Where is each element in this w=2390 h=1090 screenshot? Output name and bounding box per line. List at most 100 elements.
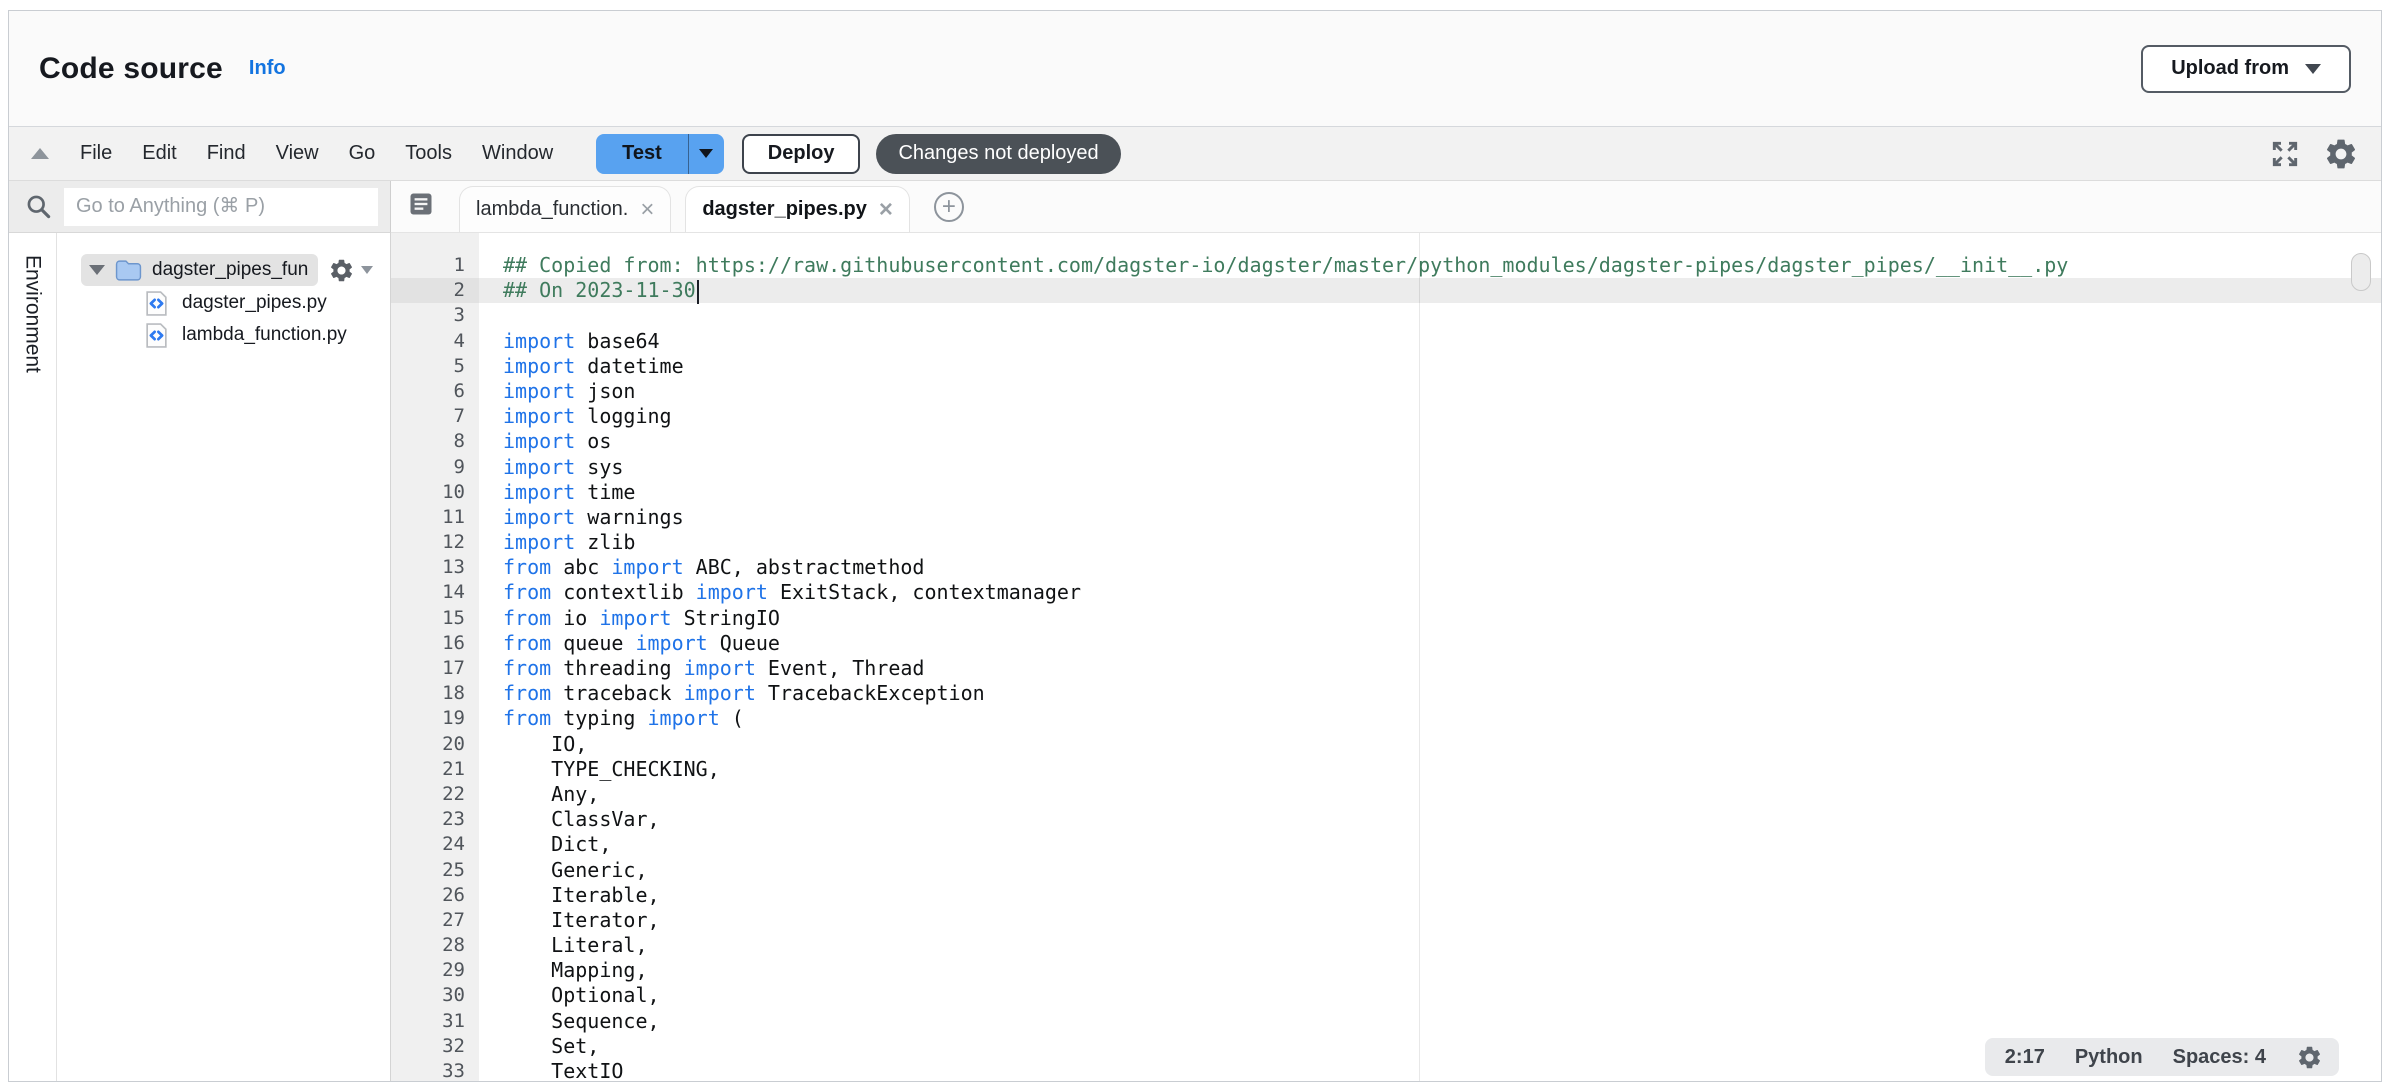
gutter-line-number[interactable]: 3 [391,303,479,328]
editor-settings-gear-icon[interactable] [2323,136,2359,172]
code-line-text: from traceback import TracebackException [479,681,2381,706]
code-line: 28 Literal, [391,933,2381,958]
test-button[interactable]: Test [596,134,688,174]
gutter-line-number[interactable]: 15 [391,606,479,631]
gutter-line-number[interactable]: 26 [391,883,479,908]
gutter-line-number[interactable]: 20 [391,732,479,757]
gutter-line-number[interactable]: 13 [391,555,479,580]
editor-statusbar: 2:17 Python Spaces: 4 [1985,1038,2339,1076]
close-tab-icon[interactable]: × [879,198,893,222]
code-editor[interactable]: 1## Copied from: https://raw.githubuserc… [391,233,2381,1081]
code-line-text: import os [479,429,2381,454]
code-line-text: import datetime [479,354,2381,379]
search-icon [25,193,52,220]
menu-view[interactable]: View [261,142,334,164]
menu-file[interactable]: File [65,142,127,164]
environment-label: Environment [21,255,45,373]
gutter-line-number[interactable]: 25 [391,858,479,883]
vertical-scrollbar-thumb[interactable] [2351,253,2371,291]
gutter-line-number[interactable]: 11 [391,505,479,530]
gutter-line-number[interactable]: 12 [391,530,479,555]
expand-caret-icon[interactable] [89,265,105,275]
menu-window[interactable]: Window [467,142,568,164]
tab-dagster-pipes[interactable]: dagster_pipes.py × [685,186,910,232]
collapse-panel-icon[interactable] [31,148,49,159]
editor-body: Environment dagster_pipes_funct [9,233,2381,1081]
gutter-line-number[interactable]: 31 [391,1009,479,1034]
code-line: 30 Optional, [391,983,2381,1008]
code-line-text: Iterable, [479,883,2381,908]
upload-from-button[interactable]: Upload from [2141,45,2351,93]
menu-go[interactable]: Go [334,142,391,164]
tab-list-icon[interactable] [407,190,435,223]
gutter-line-number[interactable]: 17 [391,656,479,681]
gutter-line-number[interactable]: 18 [391,681,479,706]
info-link[interactable]: Info [249,57,286,80]
python-file-icon [145,290,168,317]
gutter-line-number[interactable]: 1 [391,253,479,278]
tab-label: lambda_function. [476,198,628,221]
fullscreen-icon[interactable] [2269,138,2301,170]
gutter-line-number[interactable]: 10 [391,480,479,505]
indentation-setting[interactable]: Spaces: 4 [2173,1046,2266,1069]
code-line-text: import base64 [479,329,2381,354]
gutter-line-number[interactable]: 21 [391,757,479,782]
tab-lambda-function[interactable]: lambda_function. × [459,186,671,232]
gutter-line-number[interactable]: 16 [391,631,479,656]
gutter-line-number[interactable]: 7 [391,404,479,429]
code-line: 17from threading import Event, Thread [391,656,2381,681]
gutter-line-number[interactable]: 23 [391,807,479,832]
go-to-anything-input[interactable] [64,188,378,226]
language-mode[interactable]: Python [2075,1046,2143,1069]
page-title: Code source [39,52,223,86]
gutter-line-number[interactable]: 22 [391,782,479,807]
chevron-down-icon [361,266,373,274]
gutter-line-number[interactable]: 8 [391,429,479,454]
gutter-line-number[interactable]: 24 [391,832,479,857]
code-line-text: IO, [479,732,2381,757]
gutter-line-number[interactable]: 30 [391,983,479,1008]
gutter-line-number[interactable]: 5 [391,354,479,379]
code-line: 8import os [391,429,2381,454]
tree-settings-gear-icon[interactable] [328,257,373,284]
gutter-line-number[interactable]: 33 [391,1059,479,1081]
cursor-position[interactable]: 2:17 [2005,1046,2045,1069]
code-line: 9import sys [391,455,2381,480]
gutter-line-number[interactable]: 14 [391,580,479,605]
gutter-line-number[interactable]: 19 [391,706,479,731]
menu-tools[interactable]: Tools [390,142,467,164]
gutter-line-number[interactable]: 6 [391,379,479,404]
folder-dagster-pipes-function[interactable]: dagster_pipes_funct [81,254,318,286]
code-line: 12import zlib [391,530,2381,555]
editor-menubar: FileEditFindViewGoToolsWindow Test Deplo… [9,127,2381,181]
gutter-line-number[interactable]: 9 [391,455,479,480]
tree-file-dagster-pipes[interactable]: dagster_pipes.py [57,287,390,319]
gutter-line-number[interactable]: 32 [391,1034,479,1059]
gutter-line-number[interactable]: 28 [391,933,479,958]
statusbar-gear-icon[interactable] [2296,1044,2323,1071]
code-line-text: Generic, [479,858,2381,883]
gutter-line-number[interactable]: 2 [391,278,479,303]
code-line-text: Dict, [479,832,2381,857]
chevron-down-icon [2305,64,2321,74]
tree-file-lambda-function[interactable]: lambda_function.py [57,319,390,351]
file-label: lambda_function.py [182,324,347,346]
test-split-button[interactable]: Test [596,134,724,174]
text-cursor [697,280,699,304]
menu-find[interactable]: Find [192,142,261,164]
gutter-line-number[interactable]: 27 [391,908,479,933]
new-tab-button[interactable]: + [934,192,964,222]
code-line-text: ClassVar, [479,807,2381,832]
gutter-line-number[interactable]: 4 [391,329,479,354]
test-dropdown-button[interactable] [688,134,724,174]
folder-label: dagster_pipes_funct [152,259,308,281]
environment-strip[interactable]: Environment [9,233,57,1081]
close-tab-icon[interactable]: × [640,198,654,222]
code-line: 6import json [391,379,2381,404]
menu-edit[interactable]: Edit [127,142,191,164]
code-line: 18from traceback import TracebackExcepti… [391,681,2381,706]
code-line-text: Optional, [479,983,2381,1008]
code-line: 19from typing import ( [391,706,2381,731]
gutter-line-number[interactable]: 29 [391,958,479,983]
deploy-button[interactable]: Deploy [742,134,861,174]
